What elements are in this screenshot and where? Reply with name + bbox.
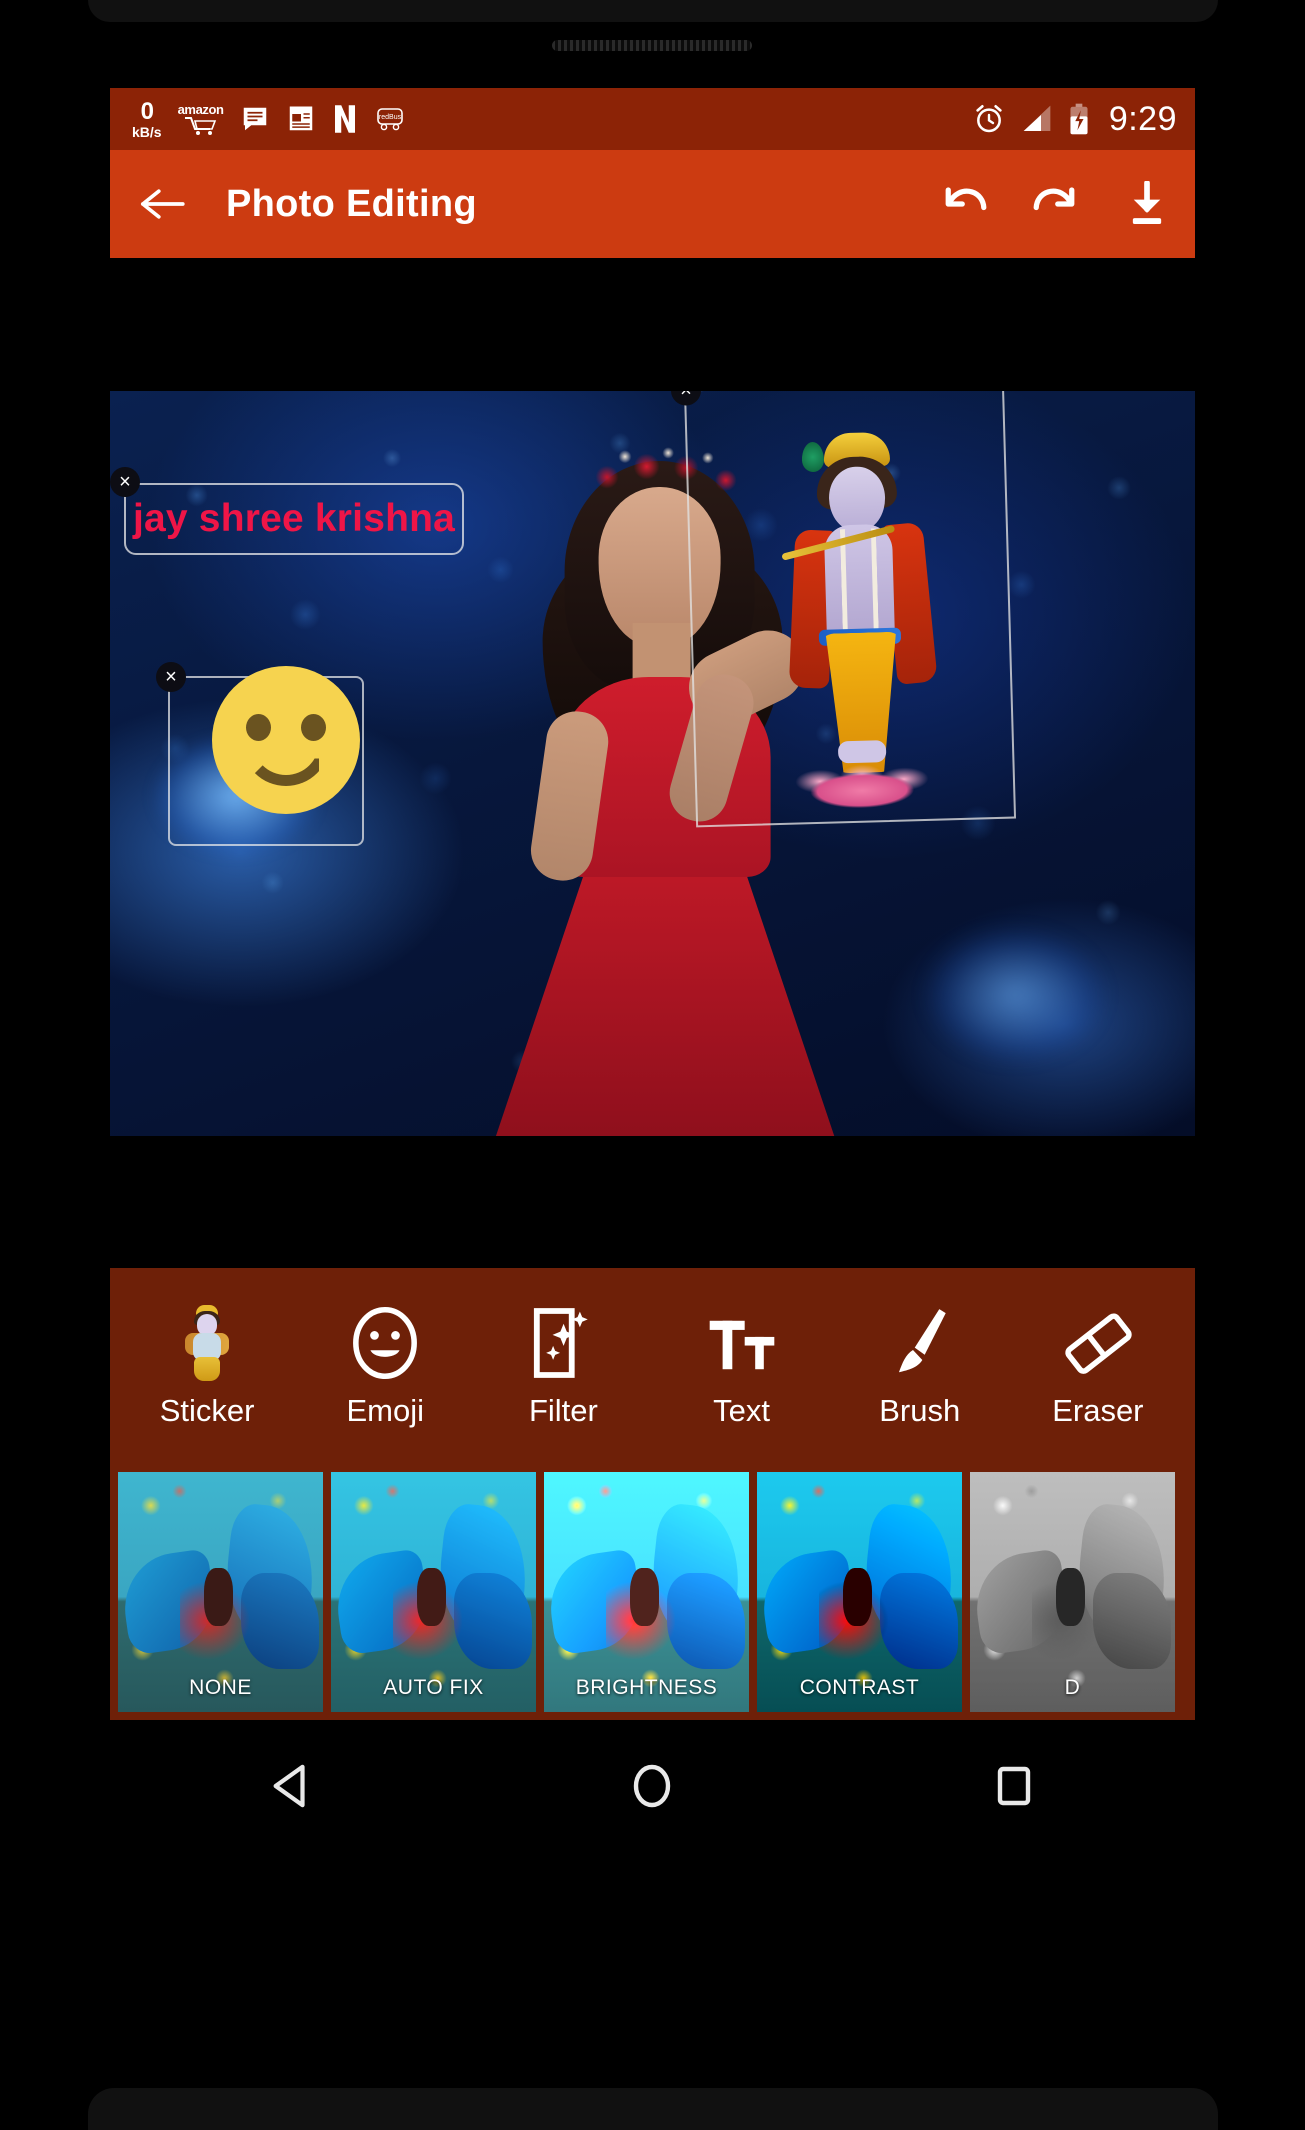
- status-bar-right-icons: 9:29: [973, 100, 1177, 139]
- earpiece-speaker: [552, 40, 752, 51]
- page-title: Photo Editing: [226, 182, 477, 225]
- krishna-head: [828, 465, 886, 532]
- krishna-lotus-base: [786, 752, 938, 815]
- phone-screen: 0 kB/s amazon redBus 9:29 Photo Editing …: [110, 88, 1195, 1998]
- status-bar-clock: 9:29: [1108, 99, 1177, 138]
- phone-device: 0 kB/s amazon redBus 9:29 Photo Editing …: [0, 0, 1305, 2130]
- nav-back-triangle-icon[interactable]: [231, 1746, 351, 1826]
- nav-recents-square-icon[interactable]: [954, 1746, 1074, 1826]
- tool-filter[interactable]: Filter: [488, 1303, 638, 1429]
- text-overlay-value: jay shree krishna: [132, 496, 456, 540]
- filter-item-label: CONTRAST: [799, 1676, 920, 1699]
- amazon-label: amazon: [177, 101, 224, 117]
- tool-eraser-label: Eraser: [1052, 1393, 1144, 1428]
- nav-home-circle-icon[interactable]: [592, 1746, 712, 1826]
- tool-sticker-label: Sticker: [159, 1393, 255, 1428]
- tool-text[interactable]: Text: [667, 1303, 817, 1429]
- undo-icon[interactable]: [941, 183, 987, 225]
- status-bar-left-icons: 0 kB/s amazon redBus: [132, 97, 406, 140]
- messages-icon: [240, 104, 270, 134]
- news-icon: [286, 104, 316, 134]
- back-arrow-icon[interactable]: [138, 184, 186, 224]
- tool-sticker[interactable]: Sticker: [132, 1303, 282, 1429]
- device-bezel-top: [0, 0, 1305, 88]
- filter-item-partial[interactable]: D: [970, 1472, 1175, 1712]
- filter-item-auto-fix[interactable]: AUTO FIX: [331, 1472, 536, 1712]
- android-nav-bar: [110, 1720, 1195, 1852]
- tool-eraser[interactable]: Eraser: [1023, 1303, 1173, 1429]
- filter-item-none[interactable]: NONE: [118, 1472, 323, 1712]
- smiley-face-emoji: [212, 665, 360, 814]
- download-icon[interactable]: [1125, 181, 1169, 227]
- app-toolbar: Photo Editing: [110, 150, 1195, 258]
- subject-red-skirt: [494, 856, 837, 1136]
- filter-item-contrast[interactable]: CONTRAST: [757, 1472, 962, 1712]
- tool-filter-label: Filter: [528, 1393, 598, 1428]
- toolbar-actions: [941, 181, 1169, 227]
- redbus-label: redBus: [379, 114, 402, 121]
- edited-photo[interactable]: × jay shree krishna ×: [110, 390, 1195, 1136]
- emoji-eye-right: [301, 713, 326, 741]
- signal-icon: [1021, 104, 1053, 134]
- redo-icon[interactable]: [1033, 183, 1079, 225]
- bezel-top-inner: [88, 0, 1218, 22]
- eraser-icon: [1062, 1303, 1134, 1381]
- status-bar: 0 kB/s amazon redBus 9:29: [110, 88, 1195, 150]
- bezel-bottom-inner: [88, 2088, 1218, 2130]
- amazon-icon: amazon: [178, 103, 224, 136]
- network-speed-icon: 0 kB/s: [132, 97, 162, 140]
- tool-brush[interactable]: Brush: [845, 1303, 995, 1429]
- emoji-overlay[interactable]: ×: [156, 661, 364, 846]
- redbus-icon: redBus: [374, 106, 406, 132]
- krishna-sticker-art: [749, 430, 960, 815]
- filter-thumbnail-strip[interactable]: NONE AUTO FIX BRIGHTNESS CONTRAST D: [110, 1464, 1195, 1720]
- filter-item-label: NONE: [189, 1676, 252, 1699]
- krishna-peacock-feather: [801, 441, 825, 472]
- krishna-sticker-icon: [181, 1303, 233, 1381]
- editor-tool-row: Sticker Emoji Filter Text Brush Eraser: [110, 1268, 1195, 1464]
- text-overlay[interactable]: × jay shree krishna: [110, 466, 464, 555]
- network-speed-unit: kB/s: [132, 123, 162, 140]
- tool-emoji-label: Emoji: [346, 1393, 424, 1428]
- emoji-eye-left: [246, 713, 271, 741]
- emoji-overlay-delete-handle[interactable]: ×: [156, 661, 186, 692]
- tool-text-label: Text: [713, 1393, 770, 1428]
- amazon-cart-glyph: [184, 116, 216, 135]
- filter-item-brightness[interactable]: BRIGHTNESS: [544, 1472, 749, 1712]
- editor-canvas-area: × jay shree krishna ×: [110, 258, 1195, 1268]
- jellyfish-right: [895, 910, 1135, 1121]
- smiley-icon: [350, 1303, 420, 1381]
- tool-emoji[interactable]: Emoji: [310, 1303, 460, 1429]
- filter-item-label: BRIGHTNESS: [575, 1676, 718, 1699]
- filter-item-label: AUTO FIX: [383, 1676, 484, 1699]
- network-speed-value: 0: [140, 97, 154, 125]
- text-tt-icon: [707, 1303, 777, 1381]
- netflix-icon: [332, 104, 358, 134]
- emoji-mouth: [242, 738, 330, 786]
- text-overlay-delete-handle[interactable]: ×: [110, 466, 140, 497]
- filter-sparkle-icon: [531, 1303, 595, 1381]
- brush-icon: [889, 1303, 951, 1381]
- tool-brush-label: Brush: [879, 1393, 961, 1428]
- filter-item-label: D: [1064, 1676, 1081, 1699]
- battery-charging-icon: [1069, 103, 1089, 135]
- device-bezel-bottom: [0, 2030, 1305, 2130]
- krishna-sticker-overlay[interactable]: ×: [670, 390, 1017, 827]
- alarm-icon: [973, 103, 1005, 135]
